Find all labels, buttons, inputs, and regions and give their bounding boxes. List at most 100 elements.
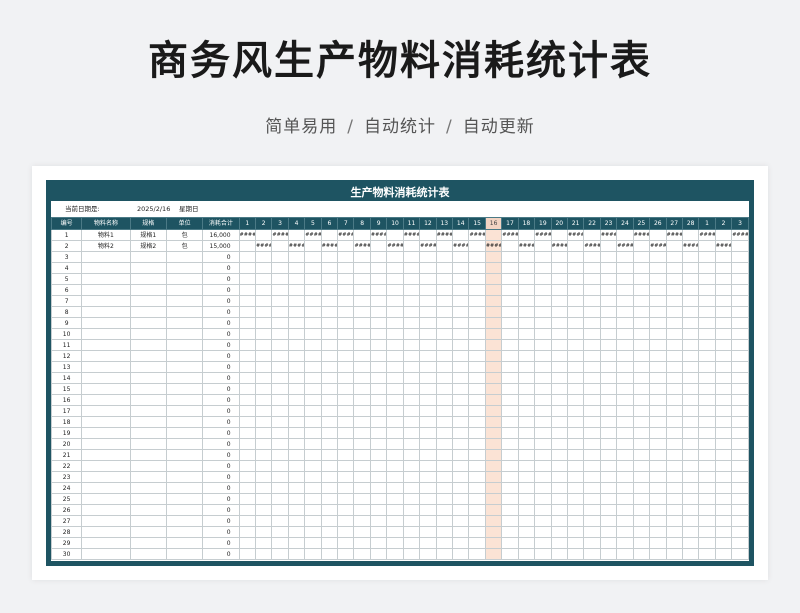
day-cell[interactable] (452, 317, 470, 329)
material-name-cell[interactable] (81, 361, 131, 373)
day-cell[interactable] (632, 471, 651, 483)
day-cell[interactable] (501, 317, 519, 329)
day-cell[interactable] (468, 493, 486, 505)
day-cell[interactable] (369, 317, 388, 329)
day-cell[interactable] (714, 306, 733, 318)
day-cell[interactable] (550, 350, 568, 362)
unit-cell[interactable]: 包 (165, 229, 204, 241)
unit-cell[interactable] (165, 449, 204, 461)
day-cell[interactable] (665, 328, 683, 340)
day-cell[interactable] (452, 295, 470, 307)
day-cell[interactable] (435, 394, 454, 406)
day-cell[interactable] (320, 317, 339, 329)
day-cell[interactable] (304, 383, 322, 395)
day-cell[interactable] (468, 317, 486, 329)
day-cell[interactable] (402, 515, 421, 527)
day-cell[interactable] (435, 416, 454, 428)
day-cell[interactable] (402, 317, 421, 329)
day-cell[interactable] (616, 548, 634, 560)
day-cell[interactable] (566, 471, 585, 483)
day-cell[interactable] (566, 317, 585, 329)
day-cell[interactable] (550, 482, 568, 494)
spec-cell[interactable] (129, 438, 167, 450)
day-cell[interactable] (238, 306, 256, 318)
day-cell[interactable] (468, 284, 486, 296)
day-cell[interactable] (616, 427, 634, 439)
day-cell[interactable] (632, 317, 651, 329)
total-cell[interactable]: 0 (202, 482, 240, 494)
day-cell[interactable]: #### (681, 240, 700, 252)
day-cell[interactable] (369, 273, 388, 285)
day-cell[interactable] (304, 482, 322, 494)
day-cell[interactable] (320, 405, 339, 417)
row-id-cell[interactable]: 19 (50, 427, 83, 439)
day-cell[interactable] (386, 449, 404, 461)
day-cell[interactable] (698, 240, 716, 252)
day-cell[interactable] (353, 394, 371, 406)
day-cell[interactable] (517, 427, 536, 439)
material-name-cell[interactable] (81, 416, 131, 428)
total-cell[interactable]: 0 (202, 449, 240, 461)
day-cell[interactable] (254, 251, 273, 263)
day-cell[interactable] (731, 328, 749, 340)
day-cell[interactable] (550, 273, 568, 285)
day-cell[interactable] (599, 317, 618, 329)
row-id-cell[interactable]: 16 (50, 394, 83, 406)
day-cell[interactable] (550, 504, 568, 516)
day-cell[interactable] (337, 449, 355, 461)
day-cell[interactable] (550, 383, 568, 395)
day-cell[interactable] (320, 306, 339, 318)
day-cell[interactable] (583, 460, 601, 472)
total-cell[interactable]: 0 (202, 317, 240, 329)
day-cell[interactable] (616, 295, 634, 307)
day-cell[interactable] (517, 251, 536, 263)
day-cell[interactable] (353, 262, 371, 274)
day-cell[interactable] (435, 493, 454, 505)
day-cell[interactable] (238, 471, 256, 483)
day-cell[interactable] (517, 306, 536, 318)
day-cell[interactable] (517, 394, 536, 406)
day-cell[interactable] (599, 394, 618, 406)
day-cell[interactable] (698, 416, 716, 428)
day-cell[interactable] (468, 460, 486, 472)
row-id-cell[interactable]: 20 (50, 438, 83, 450)
day-cell[interactable] (698, 526, 716, 538)
day-cell[interactable] (287, 482, 306, 494)
day-cell[interactable] (484, 416, 503, 428)
day-cell[interactable] (484, 361, 503, 373)
day-cell[interactable] (583, 416, 601, 428)
material-name-cell[interactable] (81, 427, 131, 439)
day-cell[interactable] (419, 306, 437, 318)
day-cell[interactable] (337, 493, 355, 505)
day-cell[interactable] (353, 306, 371, 318)
total-cell[interactable]: 0 (202, 361, 240, 373)
day-cell[interactable] (320, 284, 339, 296)
day-cell[interactable] (353, 295, 371, 307)
day-cell[interactable] (665, 306, 683, 318)
day-cell[interactable] (238, 383, 256, 395)
day-cell[interactable] (649, 482, 667, 494)
row-id-cell[interactable]: 23 (50, 471, 83, 483)
day-cell[interactable] (435, 515, 454, 527)
day-cell[interactable] (501, 493, 519, 505)
material-name-cell[interactable] (81, 493, 131, 505)
day-cell[interactable] (698, 350, 716, 362)
day-cell[interactable] (714, 471, 733, 483)
day-cell[interactable] (534, 482, 552, 494)
day-cell[interactable] (550, 460, 568, 472)
day-cell[interactable] (550, 317, 568, 329)
day-cell[interactable] (419, 339, 437, 351)
total-cell[interactable]: 0 (202, 372, 240, 384)
spec-cell[interactable] (129, 471, 167, 483)
day-cell[interactable] (254, 471, 273, 483)
unit-cell[interactable] (165, 482, 204, 494)
day-cell[interactable] (304, 449, 322, 461)
day-cell[interactable] (287, 548, 306, 560)
day-cell[interactable] (649, 416, 667, 428)
day-cell[interactable] (386, 515, 404, 527)
day-cell[interactable] (353, 471, 371, 483)
day-cell[interactable] (566, 427, 585, 439)
row-id-cell[interactable]: 25 (50, 493, 83, 505)
day-cell[interactable] (632, 394, 651, 406)
unit-cell[interactable] (165, 251, 204, 263)
